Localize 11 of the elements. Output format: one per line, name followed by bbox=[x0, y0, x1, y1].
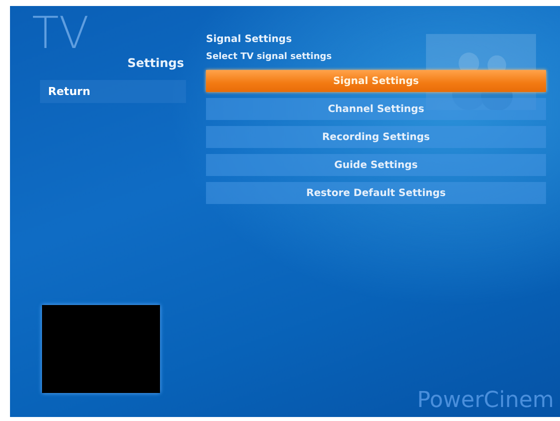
brand-logo-text: PowerCinem bbox=[417, 388, 554, 413]
menu-item[interactable]: Signal Settings bbox=[206, 70, 546, 92]
page-title: Signal Settings bbox=[206, 34, 293, 45]
return-item[interactable]: Return bbox=[40, 80, 186, 103]
page-subtitle: Select TV signal settings bbox=[206, 52, 333, 62]
menu-item[interactable]: Guide Settings bbox=[206, 154, 546, 176]
menu-item[interactable]: Channel Settings bbox=[206, 98, 546, 120]
section-title: Settings bbox=[127, 56, 185, 72]
menu-item[interactable]: Restore Default Settings bbox=[206, 182, 546, 204]
menu-item[interactable]: Recording Settings bbox=[206, 126, 546, 148]
logo-text: TV bbox=[32, 12, 89, 56]
